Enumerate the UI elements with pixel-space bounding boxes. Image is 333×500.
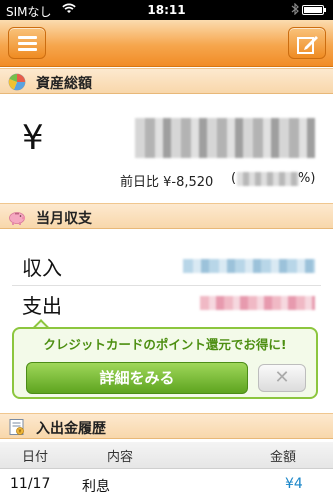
total-assets-value-redacted <box>135 118 315 158</box>
expense-value-redacted <box>200 296 315 310</box>
daily-change-suffix: %) <box>298 171 316 186</box>
ledger-icon: ¥ <box>9 419 24 435</box>
bluetooth-icon <box>291 2 299 18</box>
daily-change-open-paren: ( <box>231 171 237 186</box>
divider <box>12 285 321 286</box>
column-amount: 金額 <box>270 450 297 465</box>
income-value-redacted <box>183 259 315 273</box>
assets-section-title: 資産総額 <box>36 76 92 92</box>
currency-symbol: ¥ <box>22 118 44 158</box>
close-icon: ✕ <box>274 367 290 388</box>
table-row[interactable]: 11/17 利息 ¥4 <box>0 468 333 500</box>
column-date: 日付 <box>22 450 49 465</box>
pie-chart-icon <box>8 73 26 91</box>
close-promo-button[interactable]: ✕ <box>258 364 306 392</box>
piggy-bank-icon <box>9 212 26 225</box>
history-section-title: 入出金履歴 <box>36 421 106 437</box>
menu-button[interactable] <box>8 27 46 59</box>
history-table-header: 日付 内容 金額 <box>0 442 333 469</box>
edit-button[interactable] <box>288 27 326 59</box>
row-date: 11/17 <box>10 476 51 492</box>
nav-bar <box>0 20 333 67</box>
status-bar: SIMなし 18:11 <box>0 0 333 20</box>
daily-change-label: 前日比 ¥-8,520 <box>120 175 214 190</box>
battery-icon <box>302 5 326 15</box>
promo-banner: クレジットカードのポイント還元でお得に! 詳細をみる ✕ <box>12 327 318 399</box>
row-amount: ¥4 <box>285 476 303 492</box>
promo-message: クレジットカードのポイント還元でお得に! <box>43 337 287 352</box>
column-description: 内容 <box>107 450 134 465</box>
row-description: 利息 <box>82 479 110 495</box>
expense-label: 支出 <box>22 294 62 318</box>
monthly-section-header: 当月収支 <box>0 203 333 229</box>
daily-change-percent-redacted <box>237 172 299 186</box>
clock: 18:11 <box>147 3 186 17</box>
history-section-header: ¥ 入出金履歴 <box>0 413 333 439</box>
assets-section-header: 資産総額 <box>0 68 333 94</box>
edit-icon <box>297 36 318 54</box>
monthly-section-title: 当月収支 <box>36 211 92 227</box>
details-button[interactable]: 詳細をみる <box>26 362 248 394</box>
svg-text:¥: ¥ <box>18 429 21 435</box>
income-label: 収入 <box>22 256 62 280</box>
